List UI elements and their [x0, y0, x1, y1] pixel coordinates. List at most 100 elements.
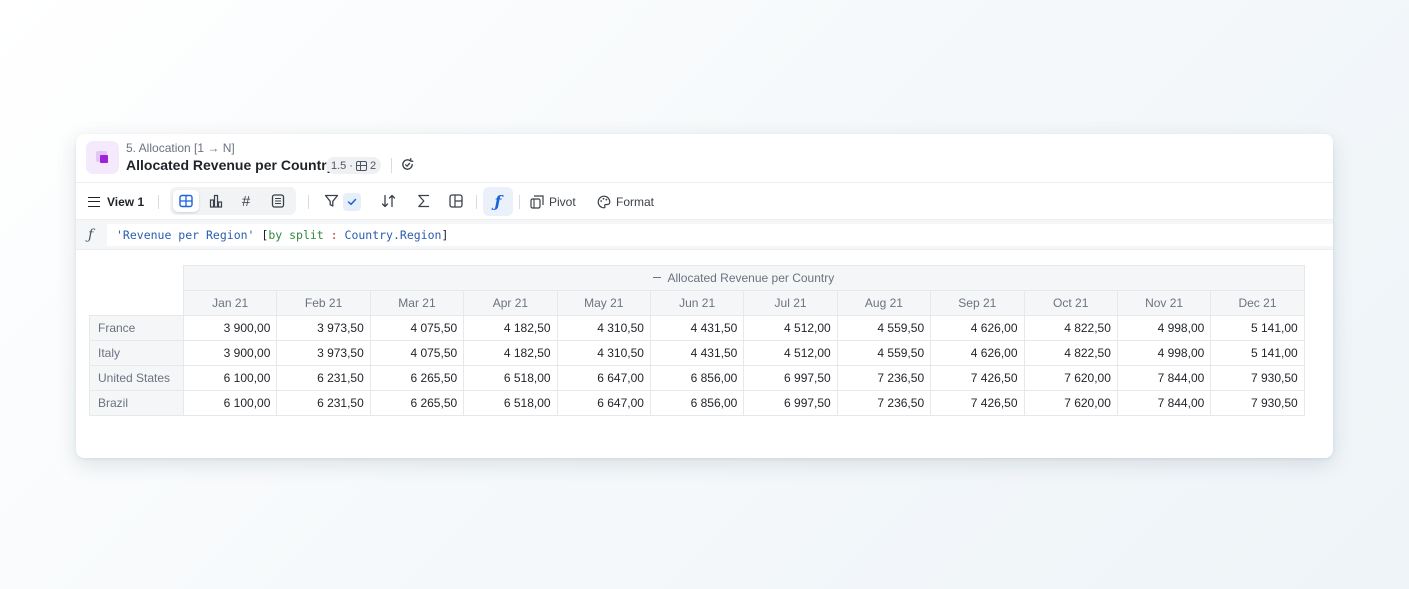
- table-cell[interactable]: 4 075,50: [369, 340, 465, 366]
- header-divider: [391, 158, 392, 173]
- table-cell[interactable]: 7 236,50: [836, 365, 932, 391]
- table-cell[interactable]: 4 559,50: [836, 315, 932, 341]
- dimensions-count: 2: [369, 159, 377, 172]
- formula-input[interactable]: 'Revenue per Region' [by split : Country…: [107, 224, 1333, 246]
- formula-operator: :: [323, 228, 345, 242]
- palette-icon: [597, 195, 611, 209]
- table-cell[interactable]: 3 973,50: [276, 340, 371, 366]
- table-cell[interactable]: 4 431,50: [649, 315, 745, 341]
- formula-toggle-button[interactable]: ƒ: [483, 187, 513, 216]
- column-header[interactable]: Nov 21: [1116, 290, 1212, 316]
- table-cell[interactable]: 7 844,00: [1116, 365, 1212, 391]
- table-cell[interactable]: 4 822,50: [1023, 315, 1118, 341]
- table-cell[interactable]: 5 141,00: [1210, 340, 1305, 366]
- meta-separator: ·: [349, 159, 353, 172]
- kpi-view-button[interactable]: #: [233, 190, 259, 212]
- table-cell[interactable]: 3 900,00: [182, 315, 278, 341]
- table-cell[interactable]: 4 512,00: [743, 340, 838, 366]
- table-cell[interactable]: 4 998,00: [1116, 340, 1212, 366]
- table-cell[interactable]: 4 626,00: [930, 340, 1025, 366]
- column-header[interactable]: Sep 21: [930, 290, 1025, 316]
- grid-corner: [90, 266, 184, 291]
- table-cell[interactable]: 7 236,50: [836, 390, 932, 416]
- column-header[interactable]: Apr 21: [463, 290, 558, 316]
- formula-bracket-close: ]: [441, 228, 449, 242]
- toolbar-divider: [308, 195, 309, 209]
- table-cell[interactable]: 4 075,50: [369, 315, 465, 341]
- block-title[interactable]: Allocated Revenue per Country: [126, 157, 335, 173]
- table-cell[interactable]: 6 265,50: [369, 365, 465, 391]
- row-header[interactable]: Italy: [89, 340, 184, 366]
- table-cell[interactable]: 4 626,00: [930, 315, 1025, 341]
- table-cell[interactable]: 6 265,50: [369, 390, 465, 416]
- view-menu-button[interactable]: View 1: [88, 192, 144, 212]
- table-cell[interactable]: 6 856,00: [649, 365, 745, 391]
- table-cell[interactable]: 6 856,00: [649, 390, 745, 416]
- pivot-button[interactable]: Pivot: [530, 193, 576, 211]
- table-cell[interactable]: 4 822,50: [1023, 340, 1118, 366]
- table-cell[interactable]: 4 310,50: [556, 340, 651, 366]
- totals-button[interactable]: [411, 189, 435, 213]
- column-header[interactable]: Feb 21: [276, 290, 371, 316]
- document-view-button[interactable]: [265, 190, 291, 212]
- table-cell[interactable]: 7 426,50: [930, 365, 1025, 391]
- collapse-icon[interactable]: [653, 277, 662, 279]
- table-cell[interactable]: 6 231,50: [276, 365, 371, 391]
- table-cell[interactable]: 3 900,00: [182, 340, 278, 366]
- table-cell[interactable]: 6 997,50: [743, 390, 838, 416]
- column-header[interactable]: Dec 21: [1210, 290, 1305, 316]
- table-cell[interactable]: 6 997,50: [743, 365, 838, 391]
- table-cell[interactable]: 4 559,50: [836, 340, 932, 366]
- table-cell[interactable]: 4 310,50: [556, 315, 651, 341]
- table-cell[interactable]: 6 100,00: [182, 390, 278, 416]
- row-header[interactable]: Brazil: [89, 390, 184, 416]
- formula-dimension: Country.Region: [344, 228, 442, 242]
- table-cell[interactable]: 7 620,00: [1023, 365, 1118, 391]
- column-header[interactable]: Jun 21: [649, 290, 745, 316]
- layout-button[interactable]: [444, 189, 468, 213]
- sort-button[interactable]: [377, 189, 401, 213]
- pivot-label: Pivot: [549, 195, 576, 209]
- table-cell[interactable]: 7 426,50: [930, 390, 1025, 416]
- toolbar-divider: [158, 195, 159, 209]
- grid-corner: [90, 291, 184, 316]
- column-header[interactable]: Jan 21: [182, 290, 278, 316]
- column-header[interactable]: Jul 21: [743, 290, 838, 316]
- check-icon: [347, 198, 357, 206]
- table-cell[interactable]: 6 518,00: [463, 365, 558, 391]
- format-button[interactable]: Format: [597, 193, 654, 211]
- table-cell[interactable]: 7 844,00: [1116, 390, 1212, 416]
- block-type-icon: [86, 141, 119, 174]
- breadcrumb[interactable]: 5. Allocation [1 → N]: [126, 141, 235, 155]
- table-cell[interactable]: 4 431,50: [649, 340, 745, 366]
- row-header[interactable]: France: [89, 315, 184, 341]
- table-cell[interactable]: 6 518,00: [463, 390, 558, 416]
- table-cell[interactable]: 6 100,00: [182, 365, 278, 391]
- table-cell[interactable]: 4 182,50: [463, 340, 558, 366]
- table-cell[interactable]: 7 930,50: [1210, 365, 1305, 391]
- block-meta-badge[interactable]: 1.5 · 2: [326, 157, 382, 174]
- table-cell[interactable]: 6 231,50: [276, 390, 371, 416]
- table-cell[interactable]: 7 620,00: [1023, 390, 1118, 416]
- column-header[interactable]: Mar 21: [369, 290, 465, 316]
- column-header[interactable]: Aug 21: [836, 290, 932, 316]
- filter-active-toggle[interactable]: [343, 193, 361, 211]
- table-cell[interactable]: 6 647,00: [556, 365, 651, 391]
- sigma-icon: [417, 194, 429, 208]
- table-cell[interactable]: 4 998,00: [1116, 315, 1212, 341]
- column-group-header[interactable]: Allocated Revenue per Country: [183, 265, 1305, 291]
- refresh-icon[interactable]: [400, 157, 415, 172]
- table-view-button[interactable]: [173, 190, 199, 212]
- table-row: France 3 900,00 3 973,50 4 075,50 4 182,50 4 …: [89, 315, 1305, 341]
- table-cell[interactable]: 7 930,50: [1210, 390, 1305, 416]
- table-cell[interactable]: 4 512,00: [743, 315, 838, 341]
- table-cell[interactable]: 3 973,50: [276, 315, 371, 341]
- row-header[interactable]: United States: [89, 365, 184, 391]
- filter-button[interactable]: [319, 189, 343, 213]
- table-cell[interactable]: 4 182,50: [463, 315, 558, 341]
- table-cell[interactable]: 6 647,00: [556, 390, 651, 416]
- chart-view-button[interactable]: [203, 190, 229, 212]
- table-cell[interactable]: 5 141,00: [1210, 315, 1305, 341]
- column-header[interactable]: May 21: [556, 290, 651, 316]
- column-header[interactable]: Oct 21: [1023, 290, 1118, 316]
